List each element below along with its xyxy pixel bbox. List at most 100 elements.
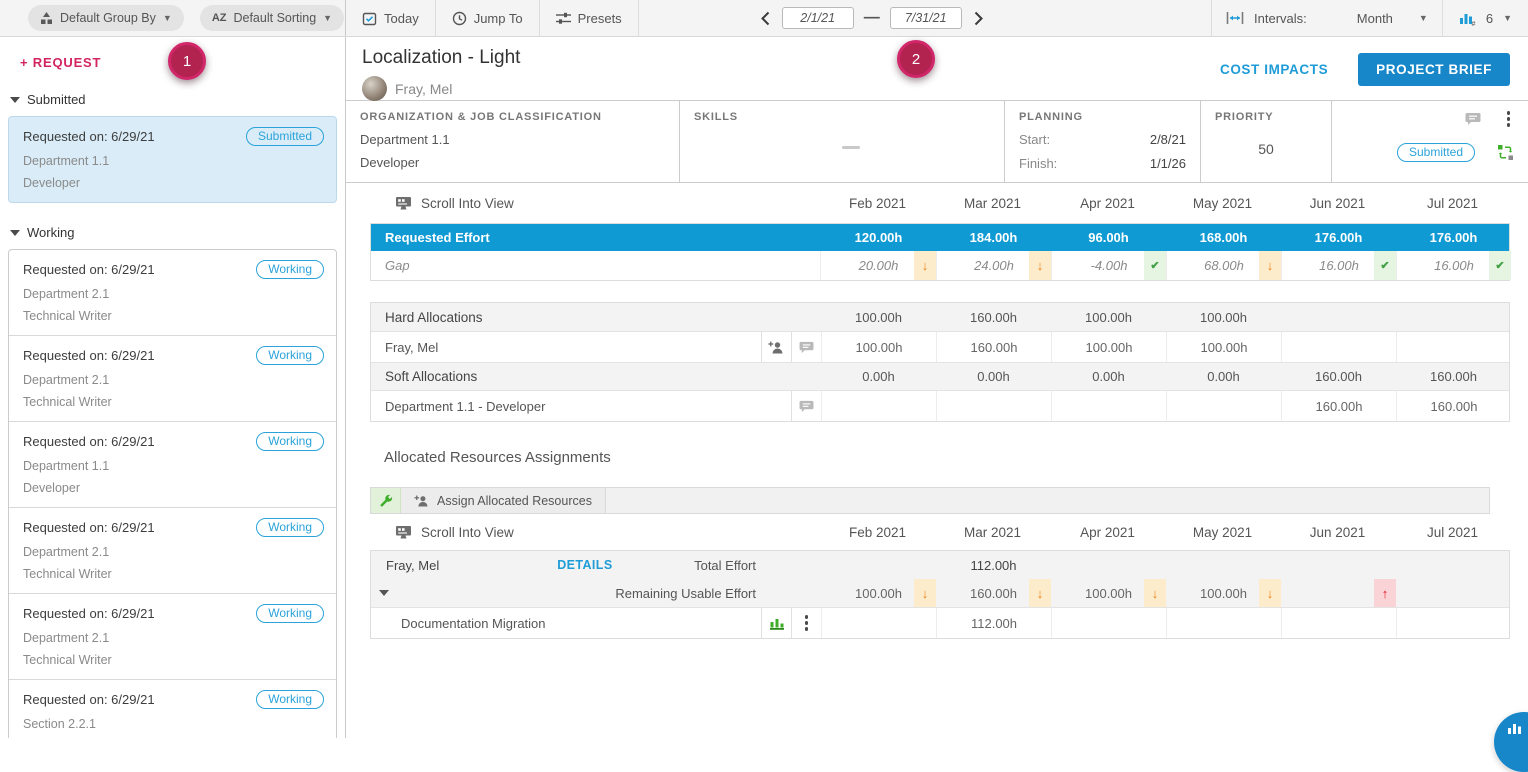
finish-label: Finish:	[1019, 156, 1057, 171]
chevron-down-icon: ▼	[323, 13, 332, 23]
department-role-label: Department 1.1 - Developer	[385, 399, 791, 414]
effort-cell: 184.00h	[936, 224, 1051, 251]
remaining-cell	[1396, 579, 1511, 607]
resource-name: Fray, Mel	[386, 558, 439, 573]
presets-button[interactable]: Presets	[540, 0, 639, 36]
intervals-selected: Month	[1357, 11, 1393, 26]
next-period-button[interactable]	[972, 11, 985, 26]
allocation-cell: 0.00h	[821, 363, 936, 390]
remaining-effort-label: Remaining Usable Effort	[615, 586, 821, 601]
requested-on-label: Requested on: 6/29/21	[23, 692, 155, 707]
kebab-menu-icon[interactable]	[1505, 109, 1513, 129]
monitor-icon	[395, 196, 412, 211]
total-effort-cell	[1051, 551, 1166, 579]
total-effort-cell	[821, 551, 936, 579]
interval-count-dropdown[interactable]: # 6 ▼	[1442, 0, 1528, 36]
intervals-label: Intervals:	[1254, 11, 1307, 26]
org-role: Developer	[360, 155, 665, 170]
scroll-into-view-label: Scroll Into View	[421, 525, 514, 540]
owner-name: Fray, Mel	[395, 81, 452, 97]
gap-cell: 20.00h↓	[821, 251, 936, 280]
date-range-navigator: —	[759, 0, 985, 36]
scroll-into-view-label: Scroll Into View	[421, 196, 514, 211]
intervals-dropdown[interactable]: Month ▼	[1357, 11, 1428, 26]
comment-icon[interactable]	[791, 332, 821, 362]
details-link[interactable]: DETAILS	[557, 558, 612, 572]
group-by-label: Default Group By	[60, 11, 156, 25]
capacity-indicator-icon: ↑	[1374, 579, 1396, 607]
request-card[interactable]: Requested on: 6/29/21Working Department …	[9, 250, 336, 335]
section-header-submitted[interactable]: Submitted	[10, 92, 345, 107]
gap-indicator-icon: ✔	[1374, 251, 1396, 280]
add-request-button[interactable]: + REQUEST	[20, 55, 101, 70]
clock-icon	[452, 11, 467, 26]
section-label: Submitted	[27, 92, 86, 107]
request-card-submitted[interactable]: Requested on: 6/29/21 Submitted Departme…	[8, 116, 337, 203]
requests-sidebar: + REQUEST Submitted Requested on: 6/29/2…	[0, 37, 346, 738]
gap-indicator-icon: ✔	[1144, 251, 1166, 280]
bar-chart-icon	[1507, 721, 1523, 735]
request-card[interactable]: Requested on: 6/29/21Working Department …	[9, 593, 336, 679]
soft-allocations-row: Soft Allocations 0.00h 0.00h 0.00h 0.00h…	[371, 362, 1509, 390]
month-header: Mar 2021	[935, 183, 1050, 223]
wrench-tools-button[interactable]	[371, 488, 401, 513]
month-header: May 2021	[1165, 183, 1280, 223]
requested-on-label: Requested on: 6/29/21	[23, 606, 155, 621]
request-card[interactable]: Requested on: 6/29/21Working Department …	[9, 421, 336, 507]
jump-to-button[interactable]: Jump To	[436, 0, 540, 36]
remaining-usable-effort-row: Remaining Usable Effort 100.00h↓ 160.00h…	[371, 579, 1509, 607]
sidebar-toolbar: Default Group By ▼ AZ Default Sorting ▼	[0, 0, 346, 36]
month-header: Apr 2021	[1050, 183, 1165, 223]
sorting-label: Default Sorting	[233, 11, 316, 25]
request-card[interactable]: Requested on: 6/29/21Working Section 2.2…	[9, 679, 336, 738]
requested-on-label: Requested on: 6/29/21	[23, 348, 155, 363]
scroll-into-view-button[interactable]: Scroll Into View	[370, 525, 514, 540]
section-header-working[interactable]: Working	[10, 225, 345, 240]
month-header: May 2021	[1165, 514, 1280, 550]
assign-allocated-resources-button[interactable]: Assign Allocated Resources	[401, 488, 606, 513]
presets-label: Presets	[578, 11, 622, 26]
effort-cell: 120.00h	[821, 224, 936, 251]
expander-triangle-icon[interactable]	[379, 590, 389, 596]
org-classification-section: ORGANIZATION & JOB CLASSIFICATION Depart…	[346, 101, 680, 182]
request-card[interactable]: Requested on: 6/29/21Working Department …	[9, 335, 336, 421]
sorting-dropdown[interactable]: AZ Default Sorting ▼	[200, 5, 344, 31]
month-header: Jun 2021	[1280, 514, 1395, 550]
project-brief-button[interactable]: PROJECT BRIEF	[1358, 53, 1510, 86]
allocation-cell: 160.00h	[1396, 363, 1511, 390]
allocation-cell: 160.00h	[1396, 391, 1511, 421]
allocation-cell	[1166, 391, 1281, 421]
group-by-dropdown[interactable]: Default Group By ▼	[28, 5, 184, 31]
prev-period-button[interactable]	[759, 11, 772, 26]
comment-icon[interactable]	[791, 391, 821, 421]
today-button[interactable]: Today	[346, 0, 436, 36]
skills-label: SKILLS	[694, 111, 990, 123]
add-person-icon[interactable]	[761, 332, 791, 362]
date-from-input[interactable]	[782, 7, 854, 29]
org-label: ORGANIZATION & JOB CLASSIFICATION	[360, 111, 665, 123]
allocation-cell	[1051, 391, 1166, 421]
requested-on-label: Requested on: 6/29/21	[23, 434, 155, 449]
requested-effort-grid: Scroll Into View Feb 2021 Mar 2021 Apr 2…	[370, 183, 1510, 422]
total-effort-cell	[1281, 551, 1396, 579]
swap-status-icon[interactable]	[1497, 144, 1514, 161]
request-card[interactable]: Requested on: 6/29/21Working Department …	[9, 507, 336, 593]
assignments-toolbar: Assign Allocated Resources	[370, 487, 1490, 514]
remaining-cell: 160.00h↓	[936, 579, 1051, 607]
kebab-menu-icon[interactable]	[791, 608, 821, 638]
cost-impacts-link[interactable]: COST IMPACTS	[1220, 62, 1328, 77]
gap-cell: 16.00h✔	[1396, 251, 1511, 280]
effort-cell: 176.00h	[1281, 224, 1396, 251]
allocation-cell: 0.00h	[1166, 363, 1281, 390]
allocation-chart-icon[interactable]	[761, 608, 791, 638]
date-to-input[interactable]	[890, 7, 962, 29]
az-sort-icon: AZ	[212, 12, 227, 24]
month-header: Mar 2021	[935, 514, 1050, 550]
scroll-into-view-button[interactable]: Scroll Into View	[370, 196, 514, 211]
capacity-indicator-icon: ↓	[1259, 579, 1281, 607]
allocation-cell: 100.00h	[821, 303, 936, 331]
calendar-today-icon	[362, 11, 377, 26]
comment-icon[interactable]	[1465, 112, 1481, 126]
svg-text:#: #	[1471, 21, 1475, 26]
resource-total-effort-row: Fray, Mel DETAILS Total Effort 112.00h	[371, 551, 1509, 579]
